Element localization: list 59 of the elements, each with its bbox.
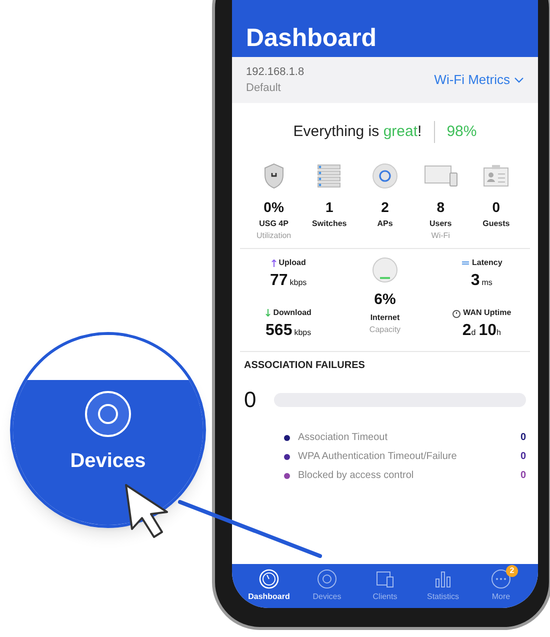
failure-count: 0 [520, 450, 526, 464]
failure-count: 0 [520, 469, 526, 483]
stat-label: Latency [472, 257, 502, 269]
id-card-icon [483, 164, 510, 188]
monitor-phone-icon [424, 164, 458, 188]
tab[interactable]: More 2 [472, 564, 530, 608]
failure-total: 0 [244, 386, 256, 414]
controller-address: 192.168.1.8 [246, 64, 304, 80]
health-message: Everything is great! [293, 122, 422, 142]
server-list-icon [316, 164, 342, 188]
device-label: USG 4P [259, 218, 288, 230]
stat-label: WAN Uptime [463, 307, 512, 319]
stat-value: 77 kbps [270, 271, 307, 291]
device-count: 0 [492, 198, 500, 217]
arrow-up-icon [270, 259, 277, 267]
failure-reason: Blocked by access control [298, 469, 415, 483]
tab[interactable]: Devices [298, 564, 356, 608]
more-icon [491, 569, 511, 589]
tab[interactable]: Dashboard [240, 564, 298, 608]
page-title: Dashboard [246, 26, 377, 51]
failure-reason: Association Timeout [298, 431, 388, 445]
device-label: Switches [312, 218, 347, 230]
stat-label: Download [273, 307, 312, 319]
device-label: Guests [482, 218, 510, 230]
device-count: 2 [381, 198, 389, 217]
metrics-dropdown[interactable]: Wi-Fi Metrics [434, 70, 524, 90]
health-score: 98% [446, 122, 477, 142]
bar-chart-icon [433, 569, 453, 589]
internet-usage: 6% [374, 290, 396, 310]
site-name: Default [246, 81, 282, 96]
access-point-icon [372, 163, 398, 189]
device-count: 1 [325, 198, 334, 217]
magnified-tab-label: Devices [70, 449, 146, 474]
section-heading: ASSOCIATION FAILURES [244, 359, 366, 373]
device-sublabel: Wi-Fi [431, 230, 450, 242]
stat-value: 3 ms [470, 271, 492, 291]
stat-value: 2d 10h [462, 321, 501, 341]
arrow-down-icon [265, 309, 272, 317]
target-icon [317, 569, 337, 589]
device-label: APs [377, 218, 393, 230]
tab[interactable]: Clients [356, 564, 414, 608]
failure-count: 0 [520, 431, 526, 445]
device-count: 8 [436, 198, 444, 217]
device-sublabel: Utilization [256, 230, 292, 242]
failure-reason: WPA Authentication Timeout/Failure [298, 450, 458, 464]
shield-icon [262, 163, 285, 189]
stat-sublabel: Capacity [369, 324, 401, 336]
stat-value: 565 kbps [266, 321, 312, 341]
stat-label: Internet [370, 312, 400, 324]
stopwatch-icon [452, 308, 462, 318]
chevron-down-icon [514, 77, 524, 83]
tab[interactable]: Statistics [414, 564, 472, 608]
device-count: 0% [264, 198, 284, 217]
gauge-icon [259, 569, 279, 589]
target-icon [84, 390, 132, 438]
notification-badge: 2 [506, 565, 518, 577]
device-label: Users [429, 218, 452, 230]
stat-label: Upload [278, 257, 306, 269]
monitor-phone-icon [375, 569, 395, 589]
